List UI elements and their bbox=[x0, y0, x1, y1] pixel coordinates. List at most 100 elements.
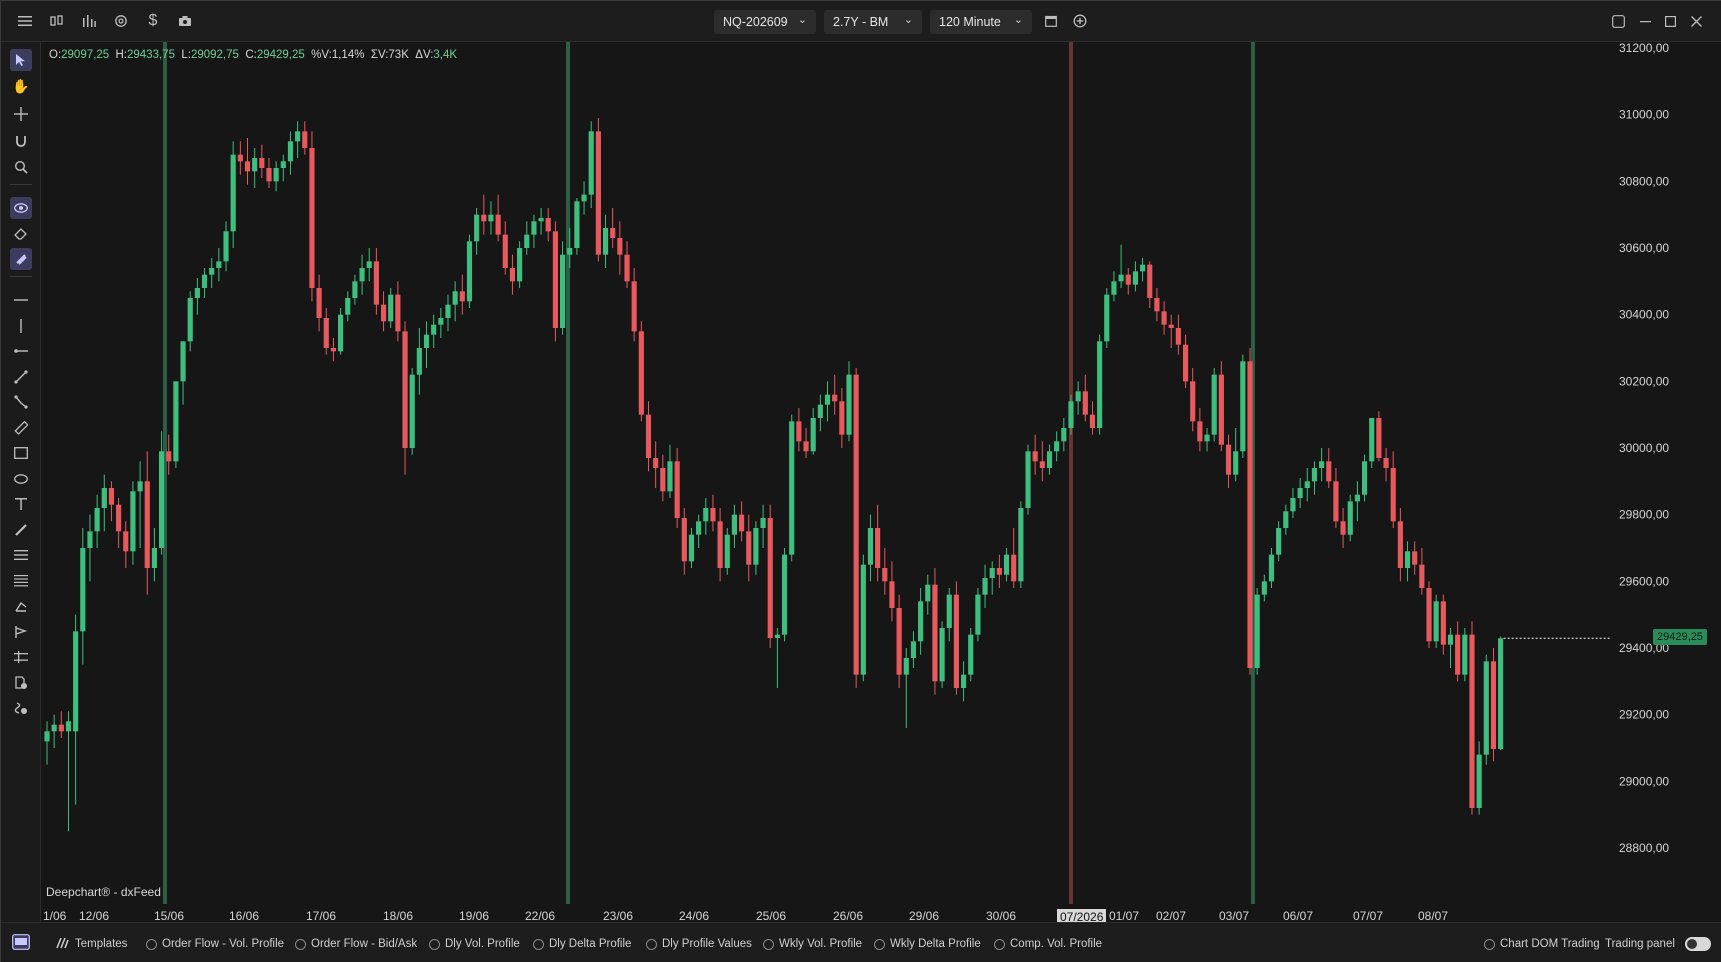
camera-icon[interactable] bbox=[175, 11, 195, 31]
vertical-line-icon[interactable] bbox=[10, 315, 32, 337]
chart-panel-icon[interactable] bbox=[12, 934, 30, 950]
template-option[interactable]: Wkly Vol. Profile bbox=[763, 936, 862, 952]
chart-canvas[interactable]: 31200,00 31000,00 30800,00 30600,00 30400,00… bbox=[41, 42, 1721, 922]
zoom-icon[interactable] bbox=[10, 156, 32, 178]
candle-body bbox=[1240, 361, 1246, 452]
path-icon[interactable] bbox=[10, 391, 32, 413]
candle-body bbox=[660, 468, 666, 492]
time-tick-label: 18/06 bbox=[383, 909, 413, 922]
ellipse-icon[interactable] bbox=[10, 468, 32, 490]
candle-body bbox=[724, 534, 730, 568]
trend-line-icon[interactable] bbox=[10, 366, 32, 388]
template-option[interactable]: Order Flow - Bid/Ask bbox=[295, 936, 417, 952]
dollar-icon[interactable]: $ bbox=[143, 11, 163, 31]
trading-panel-toggle[interactable] bbox=[1685, 937, 1711, 951]
calendar-icon[interactable] bbox=[1041, 11, 1061, 31]
symbol-dropdown[interactable]: NQ-202609 ⌄ bbox=[714, 10, 816, 34]
candle-body bbox=[918, 601, 924, 642]
candle-body bbox=[144, 481, 150, 568]
ray-line-icon[interactable] bbox=[10, 340, 32, 362]
magnet-icon[interactable] bbox=[10, 130, 32, 152]
fib-extension-icon[interactable] bbox=[10, 570, 32, 592]
candle-body bbox=[688, 534, 695, 562]
candle-body bbox=[51, 724, 57, 732]
pencil-icon[interactable] bbox=[10, 519, 32, 541]
range-dropdown[interactable]: 2.7Y - BM ⌄ bbox=[824, 10, 922, 34]
candles-icon[interactable] bbox=[47, 11, 67, 31]
candle-body bbox=[817, 404, 823, 418]
candle-body bbox=[295, 131, 301, 142]
ruler-icon[interactable] bbox=[10, 417, 32, 439]
candle-body bbox=[696, 521, 702, 535]
last-price-tag: 29429,25 bbox=[1653, 629, 1707, 645]
pointer-icon[interactable] bbox=[10, 49, 32, 71]
template-option[interactable]: Comp. Vol. Profile bbox=[994, 936, 1102, 952]
candle-body bbox=[323, 318, 329, 348]
bars-icon[interactable] bbox=[79, 11, 99, 31]
rectangle-icon[interactable] bbox=[10, 442, 32, 464]
pct-volume-value: 1,14% bbox=[331, 49, 365, 61]
candle-body bbox=[445, 304, 451, 318]
time-tick-label: 07/07 bbox=[1353, 909, 1383, 922]
candle-body bbox=[1132, 271, 1139, 285]
candle-body bbox=[602, 228, 609, 255]
candle-body bbox=[588, 131, 594, 195]
close-icon[interactable] bbox=[1686, 11, 1706, 31]
maximize-icon[interactable] bbox=[1660, 11, 1680, 31]
templates-button[interactable]: Templates bbox=[55, 936, 127, 952]
add-icon[interactable] bbox=[1070, 11, 1090, 31]
candle-body bbox=[1118, 274, 1124, 282]
eraser-icon[interactable] bbox=[10, 223, 32, 245]
timeframe-dropdown[interactable]: 120 Minute ⌄ bbox=[930, 10, 1032, 34]
candle-body bbox=[746, 531, 752, 565]
price-chart[interactable]: 31200,00 31000,00 30800,00 30600,00 30400,00… bbox=[41, 42, 1721, 925]
pitchfork-icon[interactable] bbox=[10, 595, 32, 617]
candle-body bbox=[860, 564, 866, 675]
candle-body bbox=[1003, 554, 1010, 575]
time-tick-label: 03/07 bbox=[1219, 909, 1249, 922]
template-option[interactable]: Wkly Delta Profile bbox=[874, 936, 981, 952]
time-tick-label: 25/06 bbox=[756, 909, 786, 922]
candle-body bbox=[409, 374, 415, 448]
horizontal-line-icon[interactable] bbox=[10, 289, 32, 311]
candle-body bbox=[960, 674, 967, 688]
data-feed-credit: Deepchart® - dxFeed bbox=[46, 885, 161, 899]
layout-icon[interactable] bbox=[1608, 11, 1628, 31]
candle-body bbox=[1354, 494, 1360, 502]
template-option[interactable]: Order Flow - Vol. Profile bbox=[146, 936, 284, 952]
strategy-settings-icon[interactable] bbox=[10, 697, 32, 719]
candle-body bbox=[731, 514, 738, 535]
candle-body bbox=[1168, 324, 1174, 328]
candle-body bbox=[839, 401, 845, 435]
candle-body bbox=[1498, 638, 1504, 749]
template-option[interactable]: Dly Vol. Profile bbox=[429, 936, 520, 952]
templates-label: Templates bbox=[75, 938, 128, 950]
text-icon[interactable] bbox=[10, 493, 32, 515]
settings-icon[interactable] bbox=[111, 11, 131, 31]
minimize-icon[interactable] bbox=[1635, 11, 1655, 31]
toggle-knob bbox=[1687, 939, 1697, 949]
candle-body bbox=[681, 518, 687, 562]
candle-body bbox=[123, 531, 129, 552]
lock-magnet-icon[interactable] bbox=[10, 248, 32, 270]
hand-icon[interactable]: ✋ bbox=[10, 75, 32, 97]
candle-body bbox=[1225, 444, 1232, 475]
radio-icon bbox=[429, 938, 440, 950]
position-tool-icon[interactable] bbox=[10, 621, 32, 643]
top-toolbar: $ NQ-202609 ⌄ 2.7Y - BM ⌄ 120 Minute ⌄ bbox=[1, 1, 1721, 42]
candle-body bbox=[1433, 601, 1439, 642]
order-settings-icon[interactable] bbox=[10, 672, 32, 694]
crosshair-icon[interactable] bbox=[10, 103, 32, 125]
menu-icon[interactable] bbox=[15, 11, 35, 31]
chart-dom-trading-option[interactable]: Chart DOM Trading bbox=[1484, 936, 1600, 952]
candle-body bbox=[1054, 441, 1060, 452]
template-option[interactable]: Dly Delta Profile bbox=[533, 936, 631, 952]
candle-body bbox=[1032, 451, 1038, 462]
candle-body bbox=[1025, 451, 1031, 508]
measure-icon[interactable] bbox=[10, 646, 32, 668]
chevron-down-icon: ⌄ bbox=[1013, 14, 1023, 26]
eye-icon[interactable] bbox=[10, 197, 32, 219]
candle-body bbox=[309, 148, 315, 288]
fib-retracement-icon[interactable] bbox=[10, 544, 32, 566]
template-option[interactable]: Dly Profile Values bbox=[646, 936, 752, 952]
